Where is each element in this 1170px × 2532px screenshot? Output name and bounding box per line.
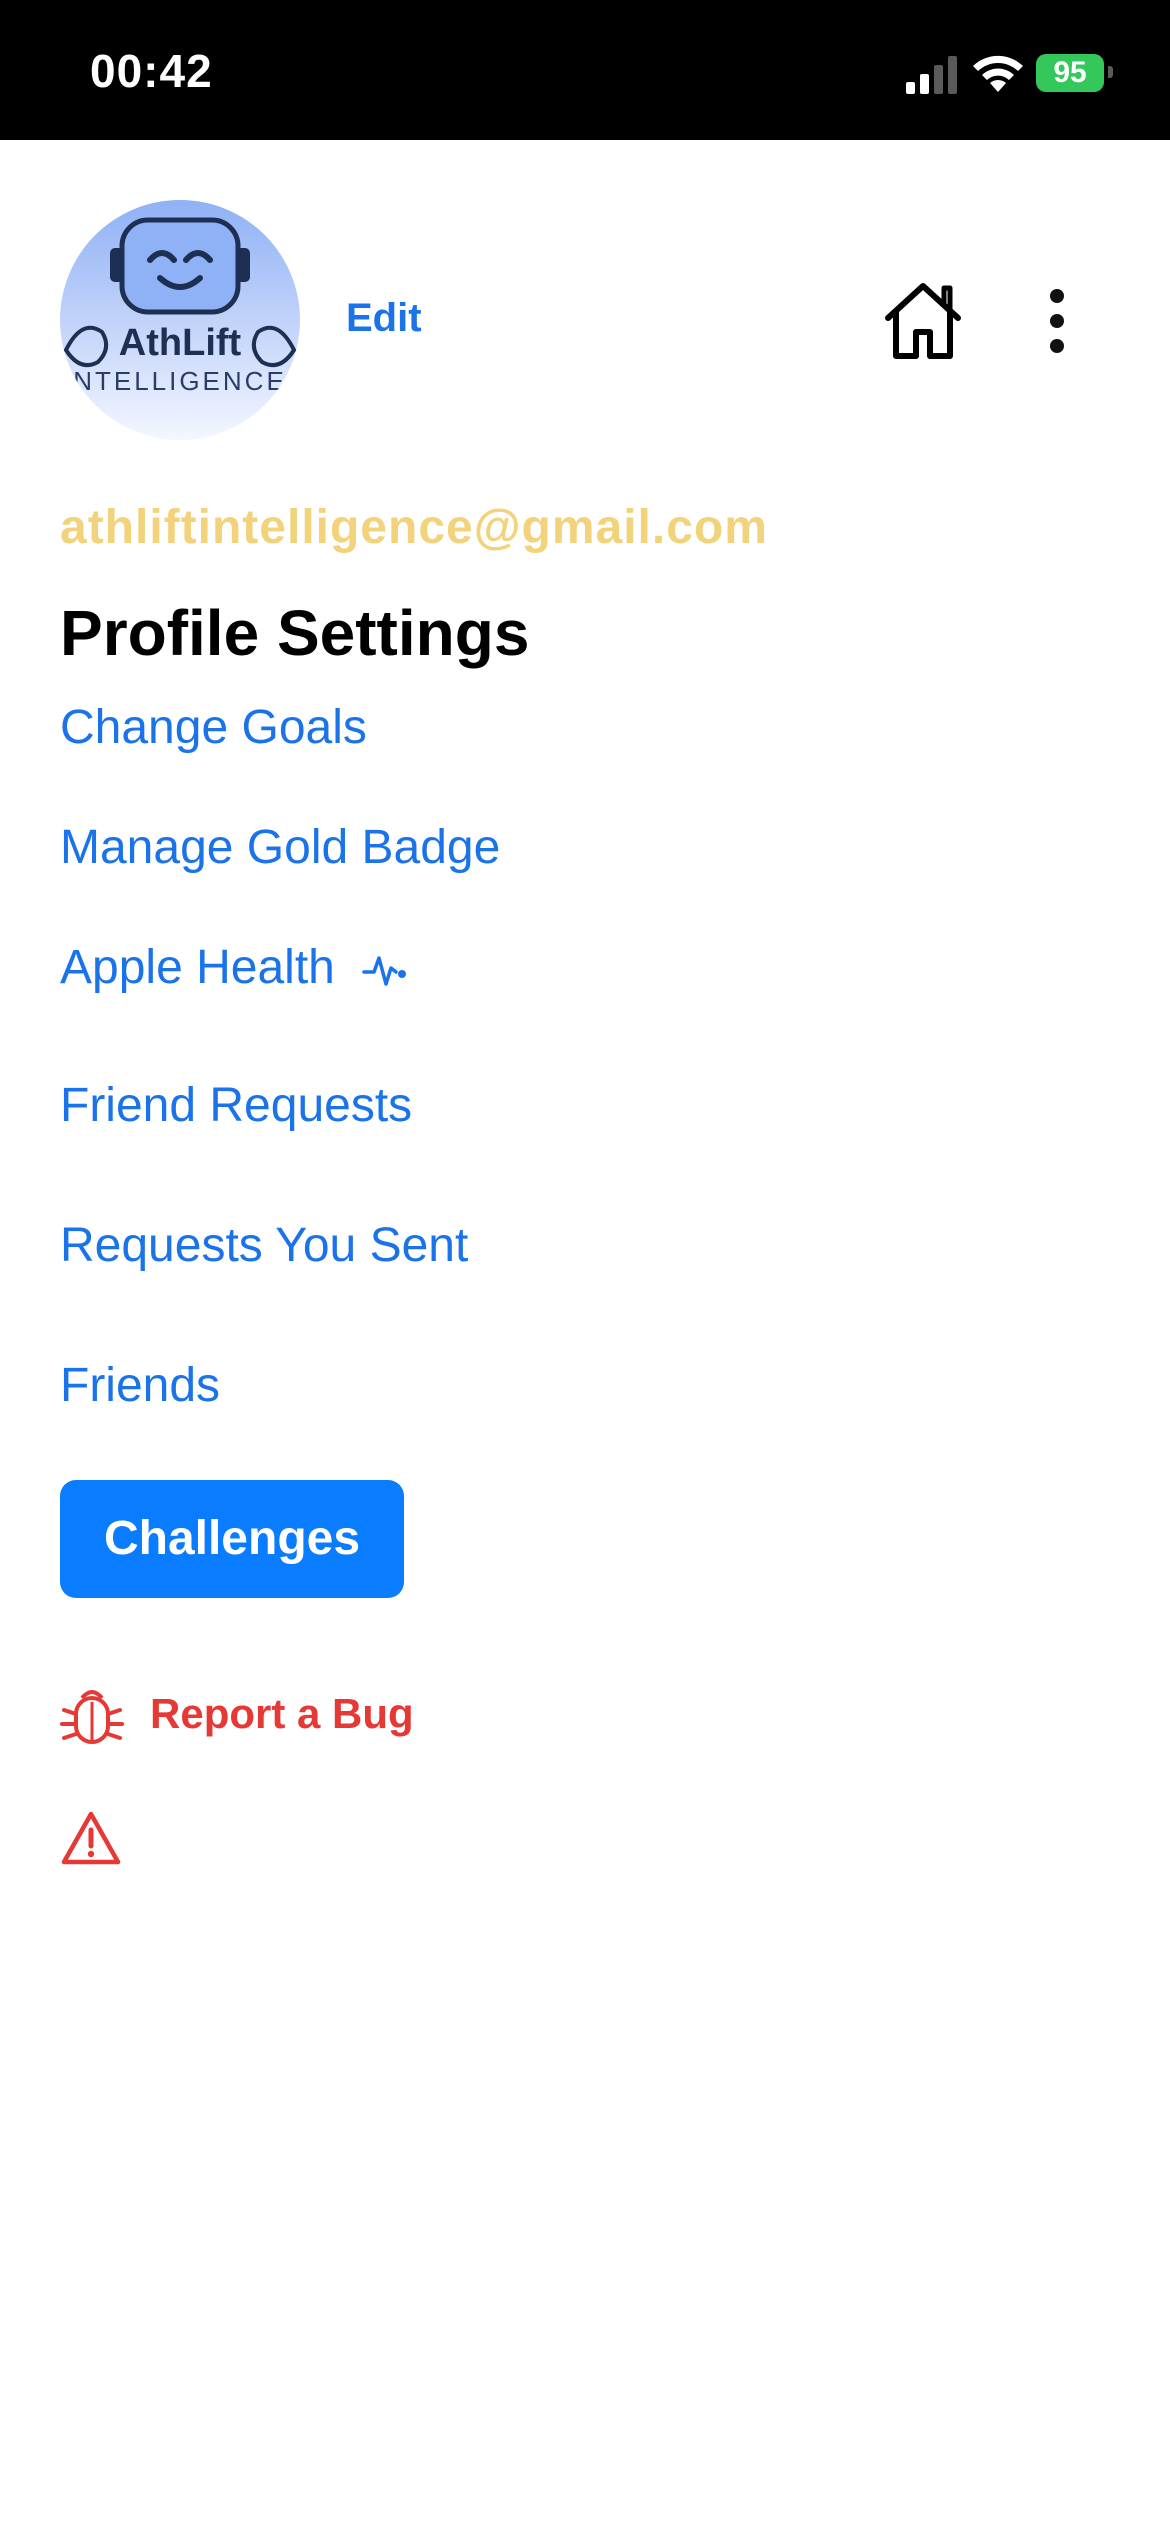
warning-icon[interactable] (60, 1810, 122, 1866)
heart-pulse-icon (362, 956, 407, 987)
cellular-signal-icon (906, 56, 957, 94)
challenges-button[interactable]: Challenges (60, 1480, 404, 1598)
battery-level: 95 (1053, 56, 1087, 89)
edit-profile-link[interactable]: Edit (346, 296, 422, 341)
robot-logo-icon (63, 217, 297, 367)
report-bug-link[interactable]: Report a Bug (150, 1690, 414, 1738)
more-vertical-icon[interactable] (1040, 288, 1074, 354)
page-title: Profile Settings (60, 597, 530, 669)
status-time: 00:42 (90, 45, 213, 97)
apple-health-label: Apple Health (60, 941, 335, 994)
home-icon[interactable] (880, 280, 966, 360)
battery-indicator: 95 (1036, 54, 1104, 92)
account-email: athliftintelligence@gmail.com (60, 501, 768, 554)
requests-you-sent-link[interactable]: Requests You Sent (60, 1218, 468, 1273)
avatar[interactable]: AthLift NTELLIGENCE (60, 200, 300, 440)
battery-tip (1108, 66, 1113, 78)
status-bar: 00:42 95 (0, 0, 1170, 140)
change-goals-link[interactable]: Change Goals (60, 700, 367, 755)
manage-gold-badge-link[interactable]: Manage Gold Badge (60, 820, 500, 875)
friend-requests-link[interactable]: Friend Requests (60, 1078, 412, 1133)
avatar-logo-subtext: NTELLIGENCE (73, 366, 287, 396)
avatar-logo-text: AthLift (118, 322, 242, 364)
bug-icon[interactable] (60, 1684, 124, 1748)
friends-link[interactable]: Friends (60, 1358, 220, 1413)
apple-health-link[interactable]: Apple Health (60, 940, 408, 995)
wifi-icon (973, 55, 1023, 92)
